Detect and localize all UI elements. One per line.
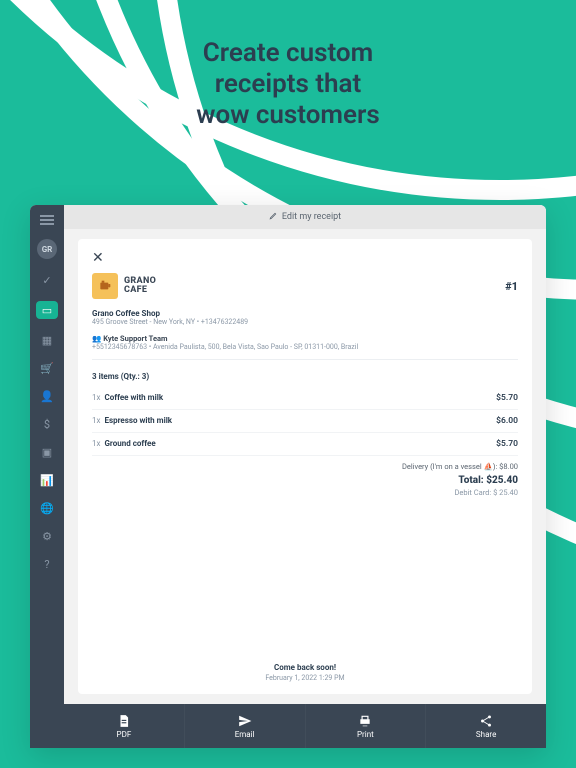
item-qty: 1x (92, 393, 100, 402)
pdf-label: PDF (117, 730, 132, 739)
item-price: $5.70 (496, 393, 518, 403)
sidebar-item-receipts-icon[interactable]: ▭ (36, 301, 58, 319)
item-name: Ground coffee (104, 439, 155, 448)
hero-line: wow customers (0, 100, 576, 131)
sidebar-item-user-icon[interactable]: 👤 (40, 389, 54, 403)
sidebar-item-chart-icon[interactable]: 📊 (40, 473, 54, 487)
items-summary: 3 items (Qty.: 3) (92, 372, 518, 381)
user-icon: 👥 (92, 334, 103, 343)
sidebar-item-box-icon[interactable]: ▣ (40, 445, 54, 459)
sidebar: GR ✓ ▭ ▦ 🛒 👤 $ ▣ 📊 🌐 ⚙ ? (30, 205, 64, 748)
device-frame: GR ✓ ▭ ▦ 🛒 👤 $ ▣ 📊 🌐 ⚙ ? Edit my receipt… (30, 205, 546, 748)
pdf-button[interactable]: PDF (64, 704, 185, 748)
sidebar-item-check-icon[interactable]: ✓ (40, 273, 54, 287)
action-bar: PDF Email Print Share (64, 704, 546, 748)
pencil-icon (269, 211, 278, 223)
share-button[interactable]: Share (426, 704, 546, 748)
sidebar-item-dollar-icon[interactable]: $ (40, 417, 54, 431)
receipt: ✕ GRANO CAFE #1 Grano Coffee Shop 495 (78, 239, 532, 694)
sidebar-item-cart-icon[interactable]: 🛒 (40, 361, 54, 375)
item-name: Coffee with milk (104, 393, 163, 402)
send-icon (238, 714, 252, 728)
hero-line: Create custom (0, 38, 576, 69)
sidebar-item-grid-icon[interactable]: ▦ (40, 333, 54, 347)
item-price: $6.00 (496, 416, 518, 426)
store-logo-icon (92, 273, 118, 299)
share-icon (479, 714, 493, 728)
sidebar-item-help-icon[interactable]: ? (40, 557, 54, 571)
footer-message: Come back soon! (92, 663, 518, 672)
edit-receipt-label: Edit my receipt (282, 212, 341, 222)
edit-receipt-button[interactable]: Edit my receipt (64, 205, 546, 229)
email-button[interactable]: Email (185, 704, 306, 748)
item-row: 1x Espresso with milk $6.00 (92, 410, 518, 433)
total-line: Total: $25.40 (92, 475, 518, 486)
store-address: 495 Groove Street - New York, NY • +1347… (92, 318, 518, 326)
avatar[interactable]: GR (37, 239, 57, 259)
hero-line: receipts that (0, 69, 576, 100)
share-label: Share (476, 730, 496, 739)
store-name: Grano Coffee Shop (92, 309, 518, 318)
print-label: Print (357, 730, 374, 739)
item-row: 1x Coffee with milk $5.70 (92, 387, 518, 410)
sidebar-item-globe-icon[interactable]: 🌐 (40, 501, 54, 515)
divider (92, 359, 518, 360)
customer-name: Kyte Support Team (103, 334, 167, 343)
print-button[interactable]: Print (306, 704, 427, 748)
menu-icon[interactable] (40, 215, 54, 225)
close-icon[interactable]: ✕ (92, 251, 518, 265)
item-price: $5.70 (496, 439, 518, 449)
main-panel: Edit my receipt ✕ GRANO CAFE #1 (64, 205, 546, 748)
receipt-container: ✕ GRANO CAFE #1 Grano Coffee Shop 495 (64, 229, 546, 704)
brand-name: GRANO CAFE (124, 277, 156, 296)
item-name: Espresso with milk (104, 416, 172, 425)
print-icon (358, 714, 372, 728)
order-number: #1 (505, 280, 518, 293)
item-row: 1x Ground coffee $5.70 (92, 433, 518, 456)
brand-name-line: CAFE (124, 286, 156, 295)
payment-method-line: Debit Card: $ 25.40 (92, 488, 518, 497)
hero-headline: Create custom receipts that wow customer… (0, 38, 576, 132)
sidebar-item-gear-icon[interactable]: ⚙ (40, 529, 54, 543)
email-label: Email (235, 730, 255, 739)
pdf-icon (117, 714, 131, 728)
receipt-timestamp: February 1, 2022 1:29 PM (92, 674, 518, 682)
delivery-line: Delivery (I'm on a vessel ⛵): $8.00 (92, 462, 518, 471)
item-qty: 1x (92, 416, 100, 425)
item-qty: 1x (92, 439, 100, 448)
customer-details: +5512345678763 • Avenida Paulista, 500, … (92, 343, 518, 351)
